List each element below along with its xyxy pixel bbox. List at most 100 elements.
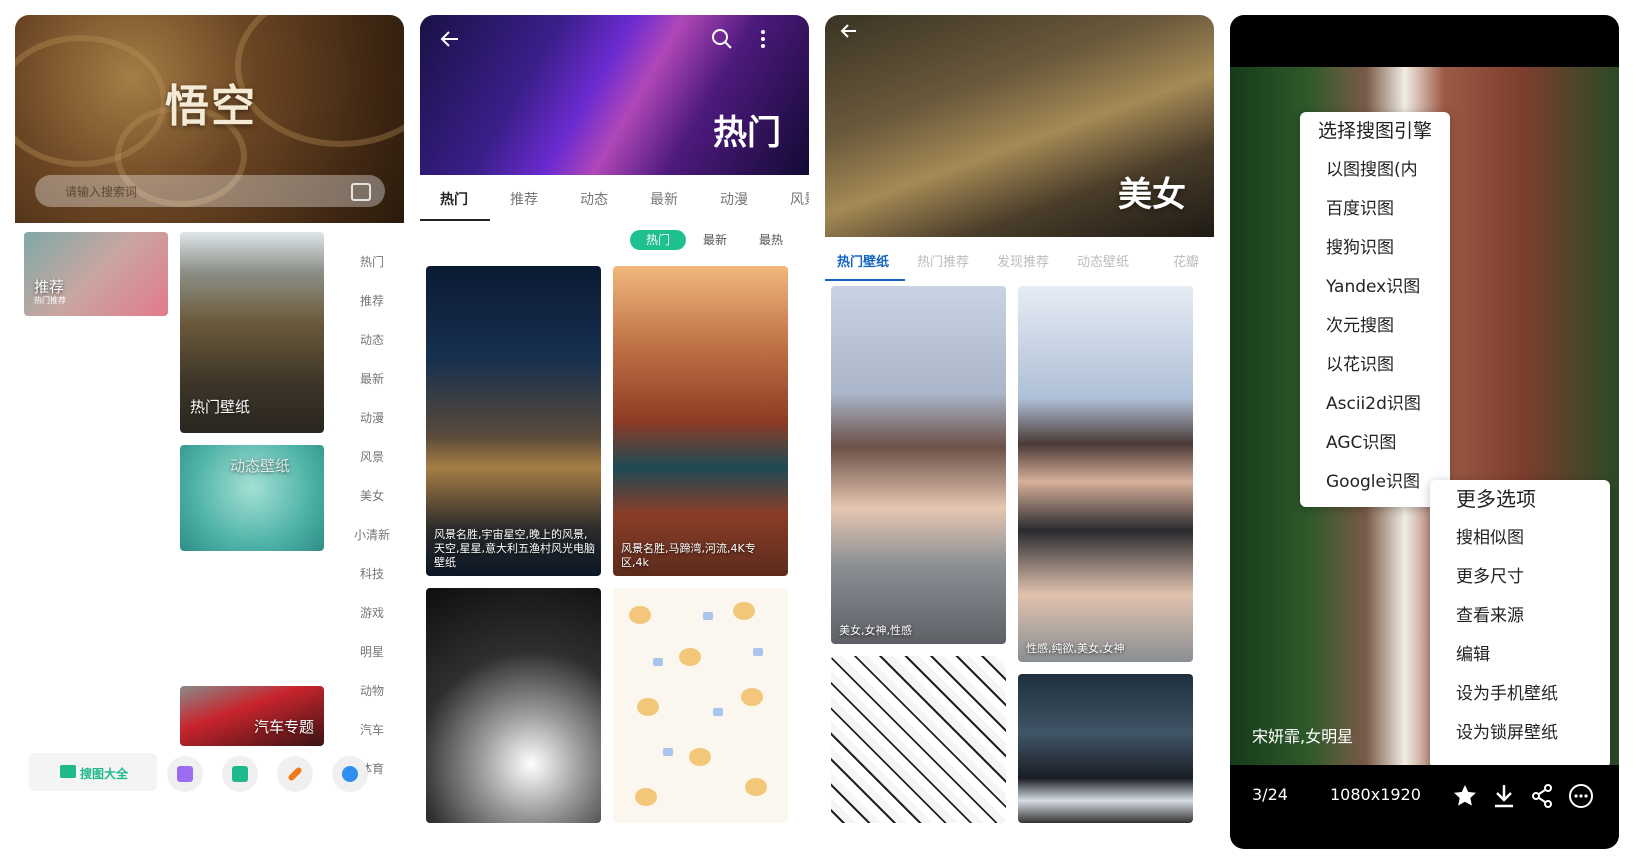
category-item[interactable]: 动漫 [350,399,394,438]
share-icon[interactable] [1530,783,1554,809]
edit-button[interactable] [277,756,313,792]
tab-huaban[interactable]: 花瓣 [1173,251,1199,270]
engine-item[interactable]: Ascii2d识图 [1300,385,1450,424]
more-option-item[interactable]: 设为锁屏壁纸 [1430,714,1610,753]
tab-bar: 热门壁纸 热门推荐 发现推荐 动态壁纸 花瓣 [825,237,1214,283]
camera-icon[interactable] [351,183,371,201]
engine-item[interactable]: 百度识图 [1300,190,1450,229]
wallpaper-card[interactable] [426,588,601,823]
download-icon[interactable] [1492,783,1516,809]
tab-hot-recommend[interactable]: 热门推荐 [917,251,969,270]
category-item[interactable]: 动态 [350,321,394,360]
folder-icon [232,766,248,782]
category-item[interactable]: 最新 [350,360,394,399]
category-item[interactable]: 美女 [350,477,394,516]
category-item[interactable]: 动物 [350,672,394,711]
back-arrow-icon[interactable] [839,21,859,41]
search-placeholder: 请输入搜索词 [65,185,138,199]
recommend-tile[interactable]: 推荐 热门推荐 [24,232,168,316]
category-item[interactable]: 热门 [350,243,394,282]
app-logo: 悟空 [165,81,257,132]
tab-dynamic-wallpaper[interactable]: 动态壁纸 [1077,251,1129,270]
image-search-label: 搜图大全 [80,767,129,781]
gallery-button[interactable] [167,756,203,792]
tab-recommend[interactable]: 推荐 [510,189,538,209]
engine-item[interactable]: Yandex识图 [1300,268,1450,307]
tab-indicator [420,219,490,221]
wallpaper-card[interactable]: 美女,女神,性感 [831,286,1006,644]
pencil-icon [287,766,303,782]
tab-hot-wallpaper[interactable]: 热门壁纸 [837,251,889,270]
more-options-header: 更多选项 [1456,487,1536,511]
hot-wallpaper-label: 热门壁纸 [190,398,251,416]
category-list: 热门 推荐 动态 最新 动漫 风景 美女 小清新 科技 游戏 明星 动物 汽车 … [350,243,394,789]
more-vert-icon[interactable] [758,27,768,51]
more-icon[interactable] [1568,783,1594,809]
more-option-item[interactable]: 搜相似图 [1430,519,1610,558]
category-item[interactable]: 明星 [350,633,394,672]
user-icon [342,766,358,782]
dynamic-wallpaper-label: 动态壁纸 [230,457,291,475]
category-item[interactable]: 科技 [350,555,394,594]
image-detail-screen: 选择搜图引擎 以图搜图(内 百度识图 搜狗识图 Yandex识图 次元搜图 以花… [1230,15,1619,849]
more-option-item[interactable]: 更多尺寸 [1430,558,1610,597]
sort-hottest[interactable]: 最热 [746,230,796,250]
card-caption: 风景名胜,宇宙星空,晚上的风景,天空,星星,意大利五渔村风光电脑壁纸 [434,528,595,569]
category-item[interactable]: 小清新 [350,516,394,555]
more-option-item[interactable]: 设为手机壁纸 [1430,675,1610,714]
engine-item[interactable]: 以图搜图(内 [1300,151,1450,190]
sort-newest[interactable]: 最新 [690,230,740,250]
wallpaper-card[interactable] [613,588,788,823]
star-icon[interactable] [1452,783,1478,809]
sort-hot[interactable]: 热门 [630,230,686,250]
gallery-icon [177,766,193,782]
page-title: 美女 [1118,175,1186,215]
beauty-category-screen: 美女 热门壁纸 热门推荐 发现推荐 动态壁纸 花瓣 美女,女神,性感 性感,纯欲… [825,15,1214,849]
tab-scenery[interactable]: 风景 [790,189,809,209]
more-option-item[interactable]: 查看来源 [1430,597,1610,636]
category-item[interactable]: 风景 [350,438,394,477]
car-topic-tile[interactable]: 汽车专题 [180,686,324,746]
car-topic-label: 汽车专题 [254,718,315,736]
folder-button[interactable] [222,756,258,792]
wallpaper-card[interactable] [831,656,1006,823]
engine-item[interactable]: 搜狗识图 [1300,229,1450,268]
search-icon[interactable] [710,27,734,51]
engine-item[interactable]: AGC识图 [1300,424,1450,463]
image-counter: 3/24 [1252,785,1288,804]
back-arrow-icon[interactable] [438,27,462,51]
wallpaper-card[interactable] [1018,674,1193,823]
tab-hot[interactable]: 热门 [440,189,468,209]
engine-item[interactable]: 以花识图 [1300,346,1450,385]
beauty-banner: 美女 [825,15,1214,237]
image-caption: 宋妍霏,女明星 [1252,727,1354,746]
card-caption: 性感,纯欲,美女,女神 [1026,642,1125,655]
dynamic-wallpaper-tile[interactable]: 动态壁纸 [180,445,324,551]
search-bar[interactable]: 请输入搜索词 [35,175,385,207]
hot-category-screen: 热门 热门 推荐 动态 最新 动漫 风景 热门 最新 最热 风景名胜,宇宙星空,… [420,15,809,849]
engine-menu-header: 选择搜图引擎 [1318,120,1433,142]
wallpaper-card[interactable]: 性感,纯欲,美女,女神 [1018,286,1193,662]
image-search-button[interactable]: 搜图大全 [29,753,157,791]
category-item[interactable]: 汽车 [350,711,394,750]
tab-bar: 热门 推荐 动态 最新 动漫 风景 [420,175,809,225]
tab-indicator [825,279,905,281]
wallpaper-card[interactable]: 风景名胜,宇宙星空,晚上的风景,天空,星星,意大利五渔村风光电脑壁纸 [426,266,601,576]
tab-anime[interactable]: 动漫 [720,189,748,209]
category-item[interactable]: 游戏 [350,594,394,633]
hero-banner: 悟空 请输入搜索词 [15,15,404,223]
card-caption: 风景名胜,马蹄湾,河流,4K专区,4k [621,542,756,569]
engine-menu: 选择搜图引擎 以图搜图(内 百度识图 搜狗识图 Yandex识图 次元搜图 以花… [1300,112,1450,507]
category-item[interactable]: 推荐 [350,282,394,321]
hot-wallpaper-tile[interactable]: 热门壁纸 [180,232,324,433]
tab-newest[interactable]: 最新 [650,189,678,209]
card-caption: 美女,女神,性感 [839,624,912,637]
tab-dynamic[interactable]: 动态 [580,189,608,209]
image-icon [60,765,76,778]
engine-item[interactable]: 次元搜图 [1300,307,1450,346]
wallpaper-card[interactable]: 风景名胜,马蹄湾,河流,4K专区,4k [613,266,788,576]
engine-item[interactable]: Google识图 [1300,463,1450,502]
tab-discover[interactable]: 发现推荐 [997,251,1049,270]
more-option-item[interactable]: 编辑 [1430,636,1610,675]
profile-button[interactable] [332,756,368,792]
